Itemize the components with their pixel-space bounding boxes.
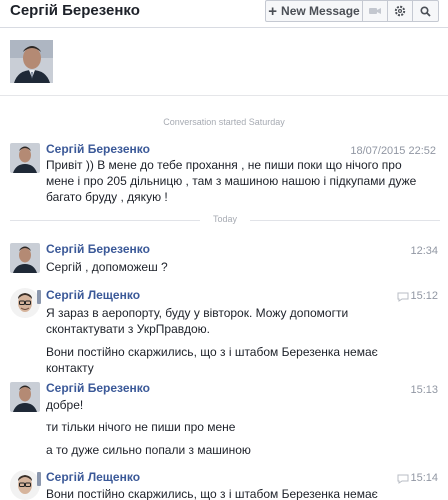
- message-sender[interactable]: Сергій Березенко: [46, 242, 150, 256]
- message-timestamp: 15:14: [410, 472, 438, 484]
- header-separator: [0, 95, 448, 96]
- message-text: Сергій , допоможеш ?: [46, 260, 168, 274]
- avatar[interactable]: [10, 243, 40, 273]
- chat-bubble-icon: [397, 474, 409, 484]
- message-text: ти тільки нічого не пиши про мене: [46, 420, 236, 434]
- settings-button[interactable]: [388, 1, 413, 21]
- message-sender[interactable]: Сергій Лещенко: [46, 470, 140, 484]
- conversation-title[interactable]: Сергій Березенко: [10, 2, 140, 19]
- message-timestamp: 12:34: [410, 245, 438, 257]
- message-sender[interactable]: Сергій Березенко: [46, 381, 150, 395]
- message-timestamp: 15:12: [410, 290, 438, 302]
- message-text: а то дуже сильно попали з машиною: [46, 443, 251, 457]
- search-button[interactable]: [413, 1, 438, 21]
- message-sender[interactable]: Сергій Лещенко: [46, 288, 140, 302]
- plus-icon: +: [268, 2, 278, 20]
- message-text: Я зараз в аеропорту, буду у вівторок. Мо…: [46, 306, 349, 336]
- day-divider: Today: [10, 214, 440, 226]
- message-timestamp: 18/07/2015 22:52: [350, 145, 436, 157]
- message-sender[interactable]: Сергій Березенко: [46, 142, 150, 156]
- avatar[interactable]: [10, 288, 40, 318]
- avatar[interactable]: [10, 382, 40, 412]
- chat-bubble-icon: [397, 292, 409, 302]
- search-icon: [420, 5, 431, 17]
- new-message-label: New Message: [281, 4, 360, 18]
- message-text: добре!: [46, 398, 84, 412]
- header-toolbar: + New Message: [265, 0, 439, 22]
- messenger-badge-icon: [37, 472, 41, 486]
- contact-avatar[interactable]: [10, 40, 53, 83]
- conversation-started-note: Conversation started Saturday: [163, 117, 285, 127]
- message-text: Привіт )) В мене до тебе прохання , не п…: [46, 158, 417, 204]
- message-text: Вони постійно скаржились, що з і штабом …: [46, 487, 378, 500]
- avatar[interactable]: [10, 470, 40, 500]
- message-text: Вони постійно скаржились, що з і штабом …: [46, 345, 378, 375]
- avatar[interactable]: [10, 143, 40, 173]
- new-message-button[interactable]: + New Message: [266, 1, 363, 21]
- messenger-badge-icon: [37, 290, 41, 304]
- video-icon: [369, 8, 381, 14]
- gear-icon: [394, 5, 406, 17]
- message-timestamp: 15:13: [410, 384, 438, 396]
- video-call-button[interactable]: [363, 1, 388, 21]
- conversation-header: Сергій Березенко + New Message: [0, 0, 448, 28]
- today-label: Today: [212, 214, 238, 224]
